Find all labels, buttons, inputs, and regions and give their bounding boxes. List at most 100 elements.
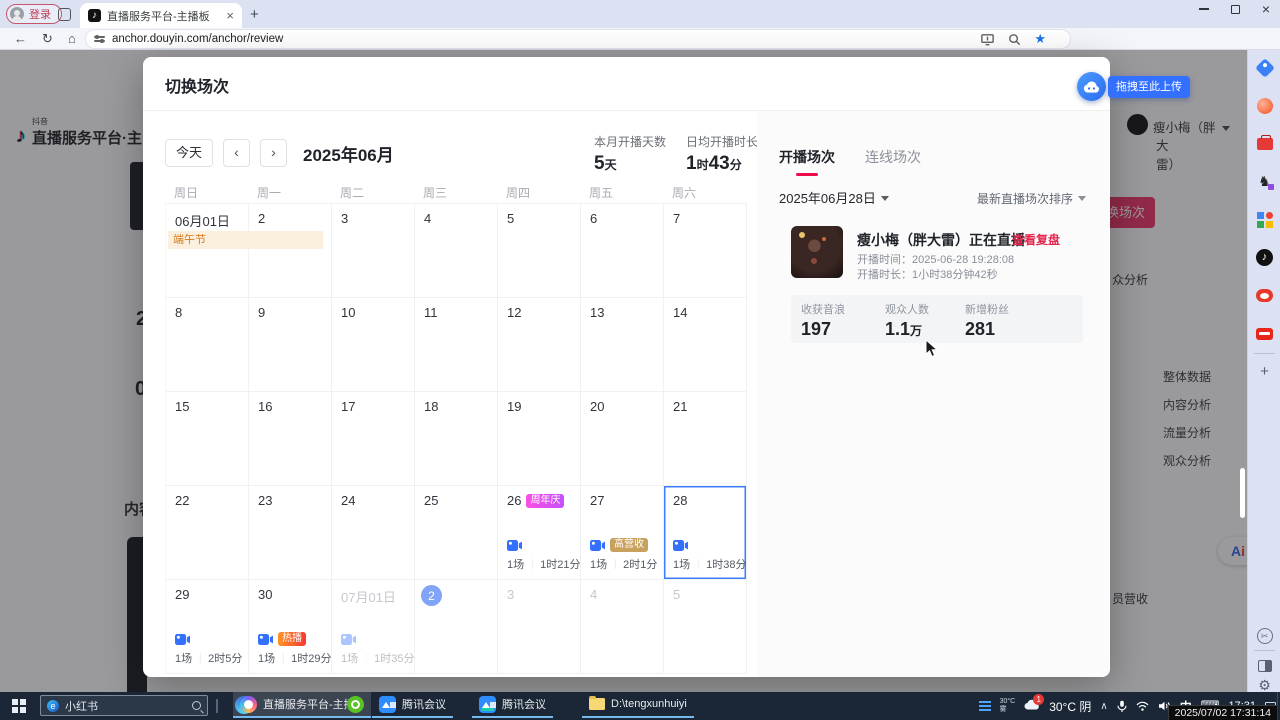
browser-tab[interactable]: ♪ 直播服务平台-主播板 × — [80, 3, 242, 28]
microphone-icon[interactable] — [1117, 700, 1127, 713]
chess-icon[interactable]: ♞ — [1255, 172, 1274, 191]
day-number: 23 — [258, 493, 272, 508]
search-text: 小红书 — [65, 698, 186, 714]
drag-upload-widget[interactable]: 拖拽至此上传 — [1077, 72, 1190, 101]
home-icon[interactable]: ⌂ — [68, 31, 76, 46]
day-number: 30 — [258, 587, 272, 602]
next-month-button[interactable]: › — [260, 139, 287, 167]
calendar-day-cell[interactable]: 3 — [498, 580, 581, 674]
window-minimize-button[interactable] — [1199, 8, 1209, 10]
weather-cloud-icon[interactable]: 1 — [1024, 699, 1040, 713]
prev-month-button[interactable]: ‹ — [223, 139, 250, 167]
red-note-icon[interactable] — [1255, 324, 1274, 343]
upload-cloud-icon[interactable] — [1077, 72, 1106, 101]
browser-profile-login-button[interactable]: 登录 — [6, 4, 62, 24]
calendar-day-cell[interactable]: 12 — [498, 298, 581, 392]
site-settings-icon[interactable] — [94, 36, 105, 41]
weather-text[interactable]: 30°C 阴 — [1049, 698, 1091, 715]
calendar-day-cell[interactable]: 7 — [664, 204, 747, 298]
calendar-day-cell[interactable]: 28 1场｜1时38分 — [664, 486, 747, 580]
calendar-day-cell[interactable]: 8 — [166, 298, 249, 392]
calendar-day-cell[interactable]: 30 热播 1场｜1时29分 — [249, 580, 332, 674]
calendar-day-cell[interactable]: 21 — [664, 392, 747, 486]
calendar-day-cell[interactable]: 4 — [415, 204, 498, 298]
session-stats-box: 收获音浪 197 观众人数 1.1万 新增粉丝 281 — [791, 295, 1083, 343]
gift-income-stat: 收获音浪 197 — [801, 301, 845, 340]
window-close-button[interactable]: × — [1262, 4, 1270, 14]
weibo-eye-icon[interactable] — [1255, 286, 1274, 305]
window-restore-button[interactable] — [1231, 5, 1240, 14]
screenshot-icon[interactable]: ✂ — [1255, 626, 1274, 645]
calendar-day-cell[interactable]: 15 — [166, 392, 249, 486]
start-button[interactable] — [12, 699, 26, 713]
calendar-day-cell[interactable]: 6 — [581, 204, 664, 298]
calendar-day-cell[interactable]: 4 — [581, 580, 664, 674]
calendar-day-cell[interactable]: 20 — [581, 392, 664, 486]
address-bar[interactable]: anchor.douyin.com/anchor/review ★ — [86, 30, 1070, 48]
page-scrollbar[interactable] — [1240, 468, 1245, 518]
taskbar-item-green-app[interactable] — [340, 692, 371, 718]
calendar-day-cell[interactable]: 26 周年庆 1场｜1时21分 — [498, 486, 581, 580]
profile-avatar-icon — [10, 7, 24, 21]
calendar-day-cell[interactable]: 13 — [581, 298, 664, 392]
date-filter-dropdown[interactable]: 2025年06月28日 — [779, 188, 889, 207]
douyin-icon[interactable]: ♪ — [1255, 248, 1274, 267]
day-number: 3 — [507, 587, 514, 602]
reload-icon[interactable]: ↻ — [42, 31, 53, 47]
split-view-icon[interactable] — [1255, 656, 1274, 675]
calendar-weekday-header: 周日周一周二周三周四周五周六 — [165, 184, 746, 201]
calendar-day-cell[interactable]: 9 — [249, 298, 332, 392]
tray-menu-icon[interactable] — [979, 701, 991, 711]
calendar-day-cell[interactable]: 19 — [498, 392, 581, 486]
taskbar-item-tencent-meeting-2[interactable]: 腾讯会议 — [472, 692, 553, 718]
weekday-label: 周日 — [165, 184, 248, 201]
divider — [1254, 650, 1275, 651]
back-icon[interactable]: ← — [14, 31, 27, 46]
calendar-day-cell[interactable]: 06月01日 端午节 — [166, 204, 249, 298]
session-title: 瘦小梅（胖大雷）正在直播 — [857, 230, 1025, 250]
session-summary: 1场｜2时1分 — [590, 556, 657, 572]
calendar-day-cell[interactable]: 25 — [415, 486, 498, 580]
calendar-day-cell[interactable]: 17 — [332, 392, 415, 486]
zoom-icon[interactable] — [1007, 32, 1022, 47]
calendar-day-cell[interactable]: 2 — [249, 204, 332, 298]
calendar-day-cell[interactable]: 29 1场｜2时5分 — [166, 580, 249, 674]
tab-close-icon[interactable]: × — [226, 8, 234, 23]
calendar-day-cell[interactable]: 23 — [249, 486, 332, 580]
briefcase-icon[interactable] — [1255, 134, 1274, 153]
tab-link-sessions[interactable]: 连线场次 — [865, 147, 921, 167]
calendar-day-cell[interactable]: 22 — [166, 486, 249, 580]
calendar-day-cell[interactable]: 16 — [249, 392, 332, 486]
orange-app-icon[interactable] — [1255, 96, 1274, 115]
calendar-day-cell[interactable]: 14 — [664, 298, 747, 392]
sort-dropdown[interactable]: 最新直播场次排序 — [977, 190, 1086, 207]
calendar-day-cell[interactable]: 11 — [415, 298, 498, 392]
day-number: 25 — [424, 493, 438, 508]
bookmark-star-icon[interactable]: ★ — [1034, 31, 1046, 47]
tag-icon[interactable] — [1255, 58, 1274, 77]
send-to-device-icon[interactable] — [980, 32, 995, 47]
tray-expand-icon[interactable]: ∧ — [1100, 701, 1107, 712]
calendar-day-cell[interactable]: 18 — [415, 392, 498, 486]
calendar-day-cell[interactable]: 27 高营收 1场｜2时1分 — [581, 486, 664, 580]
taskbar-item-folder[interactable]: D:\tengxunhuiyi — [582, 692, 694, 718]
view-replay-link[interactable]: 查看复盘 — [1012, 231, 1060, 248]
taskbar-search-box[interactable]: e 小红书 — [40, 695, 208, 716]
calendar-day-cell[interactable]: 2 — [415, 580, 498, 674]
day-number: 21 — [673, 399, 687, 414]
taskbar-item-tencent-meeting[interactable]: 腾讯会议 — [372, 692, 453, 718]
calendar-day-cell[interactable]: 24 — [332, 486, 415, 580]
calendar-day-cell[interactable]: 5 — [498, 204, 581, 298]
calendar-day-cell[interactable]: 3 — [332, 204, 415, 298]
tab-live-sessions[interactable]: 开播场次 — [779, 147, 835, 167]
new-tab-button[interactable]: + — [250, 6, 259, 23]
add-panel-icon[interactable]: + — [1255, 362, 1274, 381]
calendar-day-cell[interactable]: 5 — [664, 580, 747, 674]
wifi-icon[interactable] — [1136, 701, 1149, 711]
tab-search-icon[interactable] — [58, 8, 71, 21]
calendar-day-cell[interactable]: 07月01日 1场｜1时35分 — [332, 580, 415, 674]
calendar-day-cell[interactable]: 10 — [332, 298, 415, 392]
apps-grid-icon[interactable] — [1255, 210, 1274, 229]
session-summary: 1场｜2时5分 — [175, 650, 242, 666]
today-button[interactable]: 今天 — [165, 139, 213, 167]
